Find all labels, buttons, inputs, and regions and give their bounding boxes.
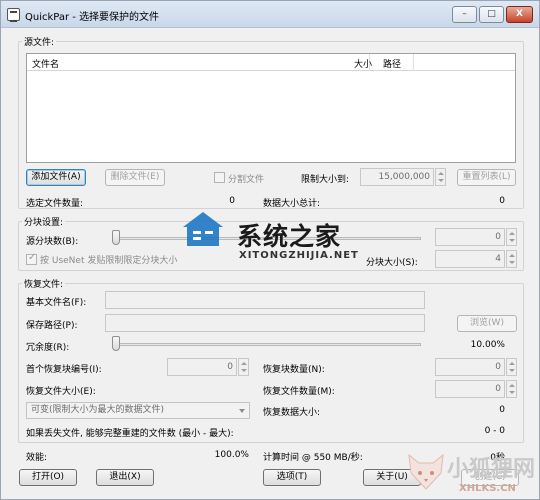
watermark-house-icon [179, 209, 227, 249]
redundancy-label: 冗余度(R): [26, 343, 70, 353]
block-size-label: 分块大小(S): [366, 258, 418, 268]
source-blocks-input[interactable]: 0 [435, 228, 505, 246]
recovery-blocks-spinner[interactable] [506, 358, 517, 376]
recovery-blocks-input[interactable]: 0 [435, 358, 505, 376]
limit-size-spinner[interactable] [435, 168, 446, 186]
recovery-file-size-selected: 可变(限制大小为最大的数据文件) [31, 405, 165, 415]
efficiency-label: 效能: [26, 453, 48, 463]
browse-button[interactable]: 浏览(W) [457, 315, 517, 332]
app-icon [7, 8, 20, 22]
title-bar[interactable]: QuickPar - 选择要保护的文件 – □ X [1, 1, 539, 28]
watermark-xitongzhijia: 系统之家 [237, 222, 342, 251]
source-file-list[interactable]: 文件名 大小 路径 [26, 53, 516, 163]
split-files-checkbox[interactable] [214, 172, 225, 183]
file-list-header: 文件名 大小 路径 [27, 54, 515, 71]
source-blocks-label: 源分块数(B): [26, 237, 79, 247]
watermark-fox-icon [405, 449, 447, 495]
redundancy-value: 10.00% [470, 340, 505, 350]
reset-list-button[interactable]: 重置列表(L) [457, 169, 516, 186]
limit-size-input[interactable]: 15,000,000 [360, 168, 434, 186]
block-size-spinner[interactable] [506, 250, 517, 268]
quickpar-window: QuickPar - 选择要保护的文件 – □ X 源文件: 文件名 大小 路径… [0, 0, 540, 500]
watermark-xhlks-url: XHLKS.CN [459, 483, 516, 494]
open-button[interactable]: 打开(O) [19, 469, 77, 486]
remove-files-button[interactable]: 删除文件(E) [105, 169, 165, 186]
selected-files-count: 0 [229, 196, 235, 206]
options-button[interactable]: 选项(T) [263, 469, 321, 486]
efficiency-value: 100.0% [214, 450, 249, 460]
first-block-input[interactable]: 0 [167, 358, 237, 376]
column-filename[interactable]: 文件名 [32, 57, 59, 70]
chevron-down-icon [239, 409, 245, 413]
source-blocks-slider-thumb[interactable] [112, 230, 120, 245]
source-blocks-spinner[interactable] [506, 228, 517, 246]
redundancy-slider-thumb[interactable] [112, 336, 120, 351]
window-title: QuickPar - 选择要保护的文件 [25, 12, 160, 23]
first-block-label: 首个恢复块编号(I): [26, 365, 102, 375]
recovery-files-label: 恢复文件: [22, 277, 66, 290]
column-size[interactable]: 大小 [354, 57, 372, 70]
recovery-files-count-input[interactable]: 0 [435, 380, 505, 398]
limit-size-label: 限制大小到: [301, 175, 350, 185]
save-path-input[interactable] [105, 314, 425, 332]
maximize-button[interactable]: □ [479, 6, 504, 23]
redundancy-slider-track [114, 343, 421, 346]
base-filename-input[interactable] [105, 291, 425, 309]
source-files-label: 源文件: [22, 35, 57, 48]
save-path-label: 保存路径(P): [26, 321, 78, 331]
watermark-xhlks: 小狐狸网 [447, 457, 536, 482]
selected-files-count-label: 选定文件数量: [26, 199, 84, 209]
recoverable-files-label: 如果丢失文件, 能够完整重建的文件数 (最小 - 最大): [26, 429, 234, 439]
recovery-data-size: 0 [499, 405, 505, 415]
usenet-limit-label: 按 UseNet 发贴限制限定分块大小 [40, 256, 178, 266]
minimize-button[interactable]: – [452, 6, 477, 23]
column-path[interactable]: 路径 [383, 57, 401, 70]
exit-button[interactable]: 退出(X) [96, 469, 154, 486]
recovery-blocks-label: 恢复块数量(N): [263, 365, 325, 375]
first-block-spinner[interactable] [238, 358, 249, 376]
total-data-size-label: 数据大小总计: [263, 199, 321, 209]
compute-time-label: 计算时间 @ 550 MB/秒: [263, 453, 363, 463]
block-size-input[interactable]: 4 [435, 250, 505, 268]
watermark-xitongzhijia-url: XITONGZHIJIA.NET [239, 250, 359, 261]
add-files-button[interactable]: 添加文件(A) [26, 169, 86, 186]
split-files-label: 分割文件 [228, 175, 265, 185]
close-button[interactable]: X [506, 6, 533, 23]
base-filename-label: 基本文件名(F): [26, 298, 87, 308]
recovery-files-count-label: 恢复文件数量(M): [263, 387, 335, 397]
recovery-file-size-label: 恢复文件大小(E): [26, 387, 96, 397]
recovery-file-size-select[interactable]: 可变(限制大小为最大的数据文件) [26, 402, 250, 419]
block-settings-label: 分块设置: [22, 215, 66, 228]
recoverable-files-range: 0 - 0 [484, 426, 505, 436]
total-data-size: 0 [499, 196, 505, 206]
usenet-limit-checkbox[interactable] [26, 252, 37, 265]
recovery-data-size-label: 恢复数据大小: [263, 408, 321, 418]
recovery-files-count-spinner[interactable] [506, 380, 517, 398]
